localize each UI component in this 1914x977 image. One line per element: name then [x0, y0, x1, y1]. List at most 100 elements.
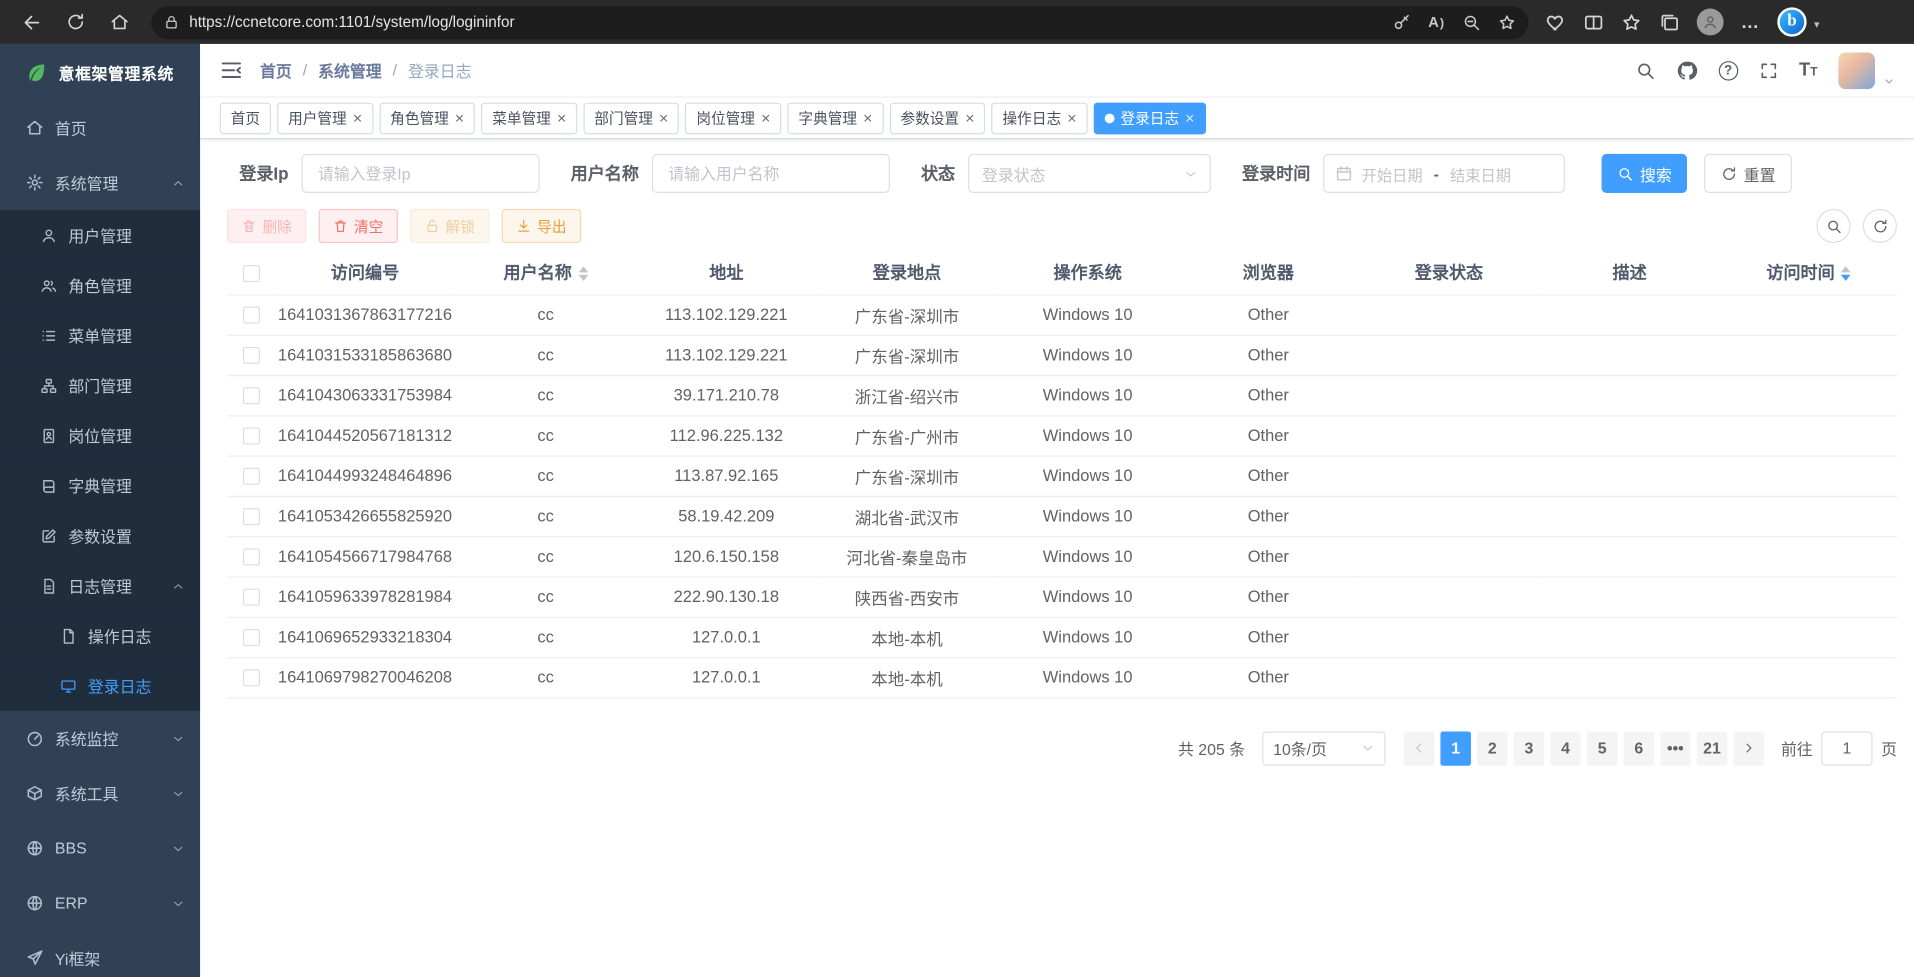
sidebar-item-yi-framework[interactable]: Yi框架 — [0, 931, 200, 977]
breadcrumb-home[interactable]: 首页 — [260, 59, 292, 82]
sidebar-item-login-log[interactable]: 登录日志 — [0, 661, 200, 711]
tab-dictionary-management[interactable]: 字典管理× — [787, 102, 883, 134]
unlock-button[interactable]: 解锁 — [410, 209, 489, 243]
sort-icon[interactable] — [1841, 266, 1851, 281]
row-checkbox[interactable] — [242, 428, 259, 445]
close-icon[interactable]: × — [1067, 110, 1076, 126]
site-info-lock-icon[interactable] — [164, 14, 180, 30]
split-screen-icon[interactable] — [1583, 12, 1604, 33]
row-checkbox[interactable] — [242, 670, 259, 687]
page-button-6[interactable]: 6 — [1623, 731, 1654, 765]
select-all-checkbox[interactable] — [242, 265, 259, 282]
close-icon[interactable]: × — [1185, 110, 1194, 126]
page-button-21[interactable]: 21 — [1697, 731, 1728, 765]
user-avatar[interactable] — [1838, 52, 1875, 89]
reset-button[interactable]: 重置 — [1705, 154, 1793, 193]
next-page-button[interactable] — [1733, 731, 1764, 765]
delete-button[interactable]: 删除 — [227, 209, 306, 243]
sidebar-item-home[interactable]: 首页 — [0, 100, 200, 155]
sidebar-item-dictionary-management[interactable]: 字典管理 — [0, 460, 200, 510]
sidebar-item-menu-management[interactable]: 菜单管理 — [0, 310, 200, 360]
row-checkbox[interactable] — [242, 347, 259, 364]
tab-role-management[interactable]: 角色管理× — [379, 102, 475, 134]
tab-user-management[interactable]: 用户管理× — [277, 102, 373, 134]
page-button-4[interactable]: 4 — [1550, 731, 1581, 765]
page-button-2[interactable]: 2 — [1477, 731, 1508, 765]
goto-page-input[interactable] — [1821, 731, 1872, 765]
browser-profile-avatar[interactable] — [1697, 9, 1724, 36]
refresh-table-button[interactable] — [1863, 209, 1897, 243]
sidebar-item-bbs[interactable]: BBS — [0, 821, 200, 876]
clear-button[interactable]: 清空 — [319, 209, 398, 243]
tab-login-log[interactable]: 登录日志× — [1094, 102, 1206, 134]
prev-page-button[interactable] — [1404, 731, 1435, 765]
collections-icon[interactable] — [1659, 12, 1680, 33]
row-checkbox[interactable] — [242, 629, 259, 646]
sidebar-item-log-management[interactable]: 日志管理 — [0, 561, 200, 611]
tab-home[interactable]: 首页 — [220, 102, 271, 134]
bing-copilot-icon[interactable]: b — [1777, 7, 1806, 36]
font-size-icon[interactable]: TT — [1799, 61, 1818, 79]
page-button-1[interactable]: 1 — [1440, 731, 1471, 765]
add-favorite-star-icon[interactable] — [1498, 13, 1516, 31]
row-checkbox[interactable] — [242, 307, 259, 324]
sidebar-item-erp[interactable]: ERP — [0, 876, 200, 931]
browser-back-button[interactable] — [12, 5, 51, 39]
search-button[interactable]: 搜索 — [1602, 154, 1687, 193]
sidebar-item-role-management[interactable]: 角色管理 — [0, 260, 200, 310]
browser-home-button[interactable] — [100, 5, 139, 39]
help-icon[interactable]: ? — [1718, 60, 1738, 80]
browser-menu-icon[interactable]: … — [1741, 12, 1761, 33]
row-checkbox[interactable] — [242, 468, 259, 485]
tab-menu-management[interactable]: 菜单管理× — [481, 102, 577, 134]
toggle-search-button[interactable] — [1816, 209, 1850, 243]
export-button[interactable]: 导出 — [502, 209, 581, 243]
login-ip-input[interactable] — [302, 154, 540, 193]
chevron-down-icon[interactable]: ▾ — [1814, 18, 1820, 36]
close-icon[interactable]: × — [863, 110, 872, 126]
breadcrumb-system-management[interactable]: 系统管理 — [318, 59, 381, 82]
close-icon[interactable]: × — [353, 110, 362, 126]
row-checkbox[interactable] — [242, 589, 259, 606]
user-menu-caret-icon[interactable] — [1884, 75, 1895, 88]
browser-essentials-icon[interactable] — [1545, 12, 1566, 33]
sidebar-item-operation-log[interactable]: 操作日志 — [0, 611, 200, 661]
close-icon[interactable]: × — [659, 110, 668, 126]
browser-refresh-button[interactable] — [56, 5, 95, 39]
sort-icon[interactable] — [578, 266, 588, 281]
row-checkbox[interactable] — [242, 549, 259, 566]
close-icon[interactable]: × — [557, 110, 566, 126]
password-key-icon[interactable] — [1393, 13, 1411, 31]
zoom-icon[interactable] — [1462, 13, 1480, 31]
tab-operation-log[interactable]: 操作日志× — [992, 102, 1088, 134]
status-select[interactable]: 登录状态 — [969, 154, 1212, 193]
page-button-5[interactable]: 5 — [1587, 731, 1618, 765]
sidebar-item-system-management[interactable]: 系统管理 — [0, 155, 200, 210]
favorites-star-icon[interactable] — [1621, 12, 1642, 33]
fullscreen-icon[interactable] — [1759, 60, 1779, 80]
sidebar-item-department-management[interactable]: 部门管理 — [0, 360, 200, 410]
tab-parameter-settings[interactable]: 参数设置× — [889, 102, 985, 134]
row-checkbox[interactable] — [242, 387, 259, 404]
close-icon[interactable]: × — [965, 110, 974, 126]
sidebar-item-parameter-settings[interactable]: 参数设置 — [0, 511, 200, 561]
tab-post-management[interactable]: 岗位管理× — [685, 102, 781, 134]
page-button-3[interactable]: 3 — [1514, 731, 1545, 765]
more-pages-button[interactable]: ••• — [1660, 731, 1691, 765]
close-icon[interactable]: × — [455, 110, 464, 126]
page-size-select[interactable]: 10条/页 — [1262, 731, 1385, 765]
app-logo[interactable]: 意框架管理系统 — [0, 44, 200, 100]
tab-department-management[interactable]: 部门管理× — [583, 102, 679, 134]
address-bar[interactable]: https://ccnetcore.com:1101/system/log/lo… — [151, 5, 1528, 38]
github-icon[interactable] — [1676, 59, 1698, 81]
user-name-input[interactable] — [652, 154, 890, 193]
sidebar-item-user-management[interactable]: 用户管理 — [0, 210, 200, 260]
sidebar-item-system-monitoring[interactable]: 系统监控 — [0, 711, 200, 766]
close-icon[interactable]: × — [761, 110, 770, 126]
read-aloud-icon[interactable]: A) — [1428, 13, 1445, 30]
sidebar-collapse-button[interactable] — [220, 59, 243, 82]
row-checkbox[interactable] — [242, 508, 259, 525]
sidebar-item-system-tools[interactable]: 系统工具 — [0, 766, 200, 821]
login-time-range-picker[interactable]: 开始日期 - 结束日期 — [1324, 154, 1566, 193]
search-icon[interactable] — [1635, 60, 1655, 80]
